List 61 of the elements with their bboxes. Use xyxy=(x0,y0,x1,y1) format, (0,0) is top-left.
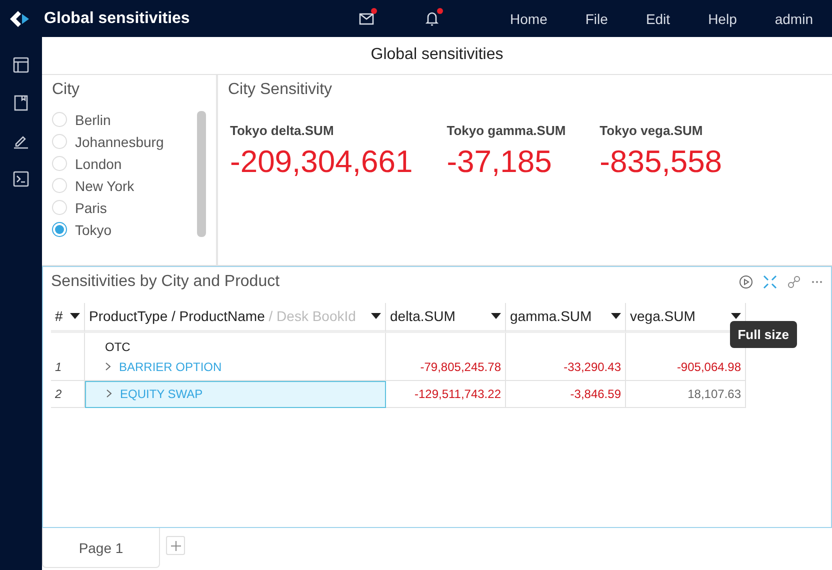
kpi-label: Tokyo vega.SUM xyxy=(600,122,704,138)
terminal-icon[interactable] xyxy=(13,171,29,187)
panel-title: Sensitivities by City and Product xyxy=(51,272,280,291)
bell-icon[interactable] xyxy=(425,11,440,26)
city-label[interactable]: Paris xyxy=(75,200,107,216)
column-header[interactable]: delta.SUM xyxy=(386,302,506,333)
city-label[interactable]: Johannesburg xyxy=(75,134,164,150)
value-cell: -905,064.98 xyxy=(676,360,741,374)
header-label: # xyxy=(55,308,63,324)
layout-icon[interactable] xyxy=(13,57,29,73)
city-label[interactable]: Berlin xyxy=(75,112,111,128)
chevron-icon[interactable] xyxy=(105,362,111,372)
scrollbar[interactable] xyxy=(197,110,206,237)
caret-icon xyxy=(371,313,381,320)
play-icon[interactable] xyxy=(739,274,753,289)
value-cell: -79,805,245.78 xyxy=(420,360,501,374)
book-icon[interactable] xyxy=(13,95,29,111)
menu-item[interactable]: admin xyxy=(774,10,813,26)
kpi-label: Tokyo gamma.SUM xyxy=(446,122,566,138)
radio-button[interactable] xyxy=(52,222,67,238)
city-label[interactable]: London xyxy=(75,156,122,172)
caret-icon xyxy=(491,313,501,320)
chevron-icon[interactable] xyxy=(106,389,112,398)
plus-icon xyxy=(170,540,180,551)
kpi-label: Tokyo delta.SUM xyxy=(230,122,335,138)
value-cell: -129,511,743.22 xyxy=(414,386,501,401)
header-label: ProductType / ProductName / Desk BookId xyxy=(89,308,356,324)
header-label: delta.SUM xyxy=(390,308,456,324)
add-page-button[interactable] xyxy=(166,536,185,556)
value-cell: 18,107.63 xyxy=(688,386,741,401)
value-cell: -3,846.59 xyxy=(570,386,621,401)
row-number: 1 xyxy=(55,360,62,374)
header-label: vega.SUM xyxy=(630,308,696,324)
kpi-value: -835,558 xyxy=(600,144,722,180)
value-cell: -33,290.43 xyxy=(564,360,621,374)
more-icon[interactable] xyxy=(811,280,823,284)
row-number: 2 xyxy=(55,386,62,401)
city-label[interactable]: New York xyxy=(75,178,134,194)
panel-title: City xyxy=(52,80,81,99)
mail-icon[interactable] xyxy=(359,12,374,24)
page-tab[interactable]: Page 1 xyxy=(42,528,160,568)
menu-item[interactable]: Edit xyxy=(646,10,670,26)
kpi-value: -37,185 xyxy=(446,144,553,180)
caret-icon xyxy=(611,313,621,320)
page-title: Global sensitivities xyxy=(42,37,832,75)
menu-item[interactable]: Help xyxy=(708,10,737,26)
group-label: OTC xyxy=(105,340,132,354)
panel-title: City Sensitivity xyxy=(228,80,334,99)
tooltip: Full size xyxy=(730,320,797,348)
link-icon[interactable] xyxy=(787,274,801,289)
expand-icon[interactable] xyxy=(763,274,777,289)
city-label[interactable]: Tokyo xyxy=(75,222,112,238)
caret-icon xyxy=(70,313,80,320)
menu-item[interactable]: Home xyxy=(510,10,548,26)
kpi-value: -209,304,661 xyxy=(230,144,413,180)
product-cell[interactable]: OTC BARRIER OPTION xyxy=(85,332,386,381)
header-label: gamma.SUM xyxy=(510,308,592,324)
column-header[interactable]: gamma.SUM xyxy=(506,302,626,333)
app-title: Global sensitivities xyxy=(44,10,191,28)
menu-item[interactable]: File xyxy=(585,10,608,26)
column-header[interactable]: # xyxy=(51,302,85,333)
